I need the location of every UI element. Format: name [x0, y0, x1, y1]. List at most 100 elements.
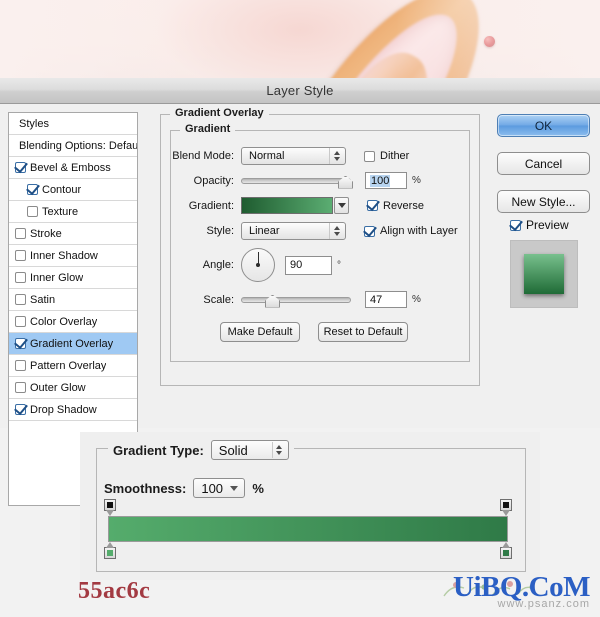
- color-stop-left-core: [107, 550, 113, 556]
- ok-button[interactable]: OK: [497, 114, 590, 137]
- reverse-label: Reverse: [383, 199, 424, 212]
- smoothness-select[interactable]: 100: [193, 478, 246, 498]
- new-style-button[interactable]: New Style...: [497, 190, 590, 213]
- cookie-photo-banner: [0, 0, 600, 78]
- gradient-swatch[interactable]: [241, 197, 333, 214]
- style-row-satin[interactable]: Satin: [9, 289, 137, 311]
- checkbox-outer-glow[interactable]: [15, 382, 26, 393]
- style-row-inner-glow[interactable]: Inner Glow: [9, 267, 137, 289]
- align-with-layer-label: Align with Layer: [380, 225, 458, 237]
- opacity-slider[interactable]: [241, 174, 353, 189]
- checkbox-texture[interactable]: [27, 206, 38, 217]
- checkbox-satin[interactable]: [15, 294, 26, 305]
- scale-field: Scale: 47 %: [170, 291, 465, 308]
- gradient-editor-group: [96, 448, 526, 572]
- style-row-bevel-emboss[interactable]: Bevel & Emboss: [9, 157, 137, 179]
- reset-to-default-button[interactable]: Reset to Default: [318, 322, 408, 342]
- scale-value: 47: [370, 293, 383, 306]
- checkbox-stroke[interactable]: [15, 228, 26, 239]
- checkbox-gradient-overlay[interactable]: [15, 338, 26, 349]
- preview-label: Preview: [526, 218, 569, 232]
- angle-value: 90: [290, 259, 303, 271]
- cancel-label: Cancel: [524, 156, 563, 171]
- gradient-type-select[interactable]: Solid: [210, 440, 289, 460]
- style-label-inner-glow: Inner Glow: [30, 271, 84, 284]
- style-row-stroke[interactable]: Stroke: [9, 223, 137, 245]
- style-row-contour[interactable]: Contour: [9, 179, 137, 201]
- smoothness-chevron-down-icon[interactable]: [230, 485, 239, 491]
- checkbox-color-overlay[interactable]: [15, 316, 26, 327]
- style-value: Linear: [249, 225, 280, 237]
- angle-dial[interactable]: [241, 248, 275, 282]
- style-row-gradient-overlay[interactable]: Gradient Overlay: [9, 333, 137, 355]
- checkbox-bevel-emboss[interactable]: [15, 162, 26, 173]
- style-select[interactable]: Linear: [241, 222, 346, 240]
- color-stop-left[interactable]: [104, 542, 116, 559]
- opacity-stop-right[interactable]: [500, 499, 512, 516]
- scale-input[interactable]: 47: [365, 291, 407, 308]
- style-row-inner-shadow[interactable]: Inner Shadow: [9, 245, 137, 267]
- gradient-picker-chevron-down-icon[interactable]: [334, 197, 349, 214]
- smoothness-row: Smoothness: 100 %: [104, 478, 264, 498]
- style-row-pattern-overlay[interactable]: Pattern Overlay: [9, 355, 137, 377]
- checkbox-inner-shadow[interactable]: [15, 250, 26, 261]
- checkbox-drop-shadow[interactable]: [15, 404, 26, 415]
- preview-thumbnail: [510, 240, 578, 308]
- blending-options-row[interactable]: Blending Options: Default: [9, 135, 137, 157]
- chevron-updown-icon[interactable]: [329, 148, 343, 164]
- style-label-drop-shadow: Drop Shadow: [30, 403, 97, 416]
- reverse-control[interactable]: Reverse: [367, 200, 424, 212]
- blend-mode-label: Blend Mode:: [172, 150, 234, 162]
- cancel-button[interactable]: Cancel: [497, 152, 590, 175]
- opacity-field: Opacity: 100 %: [170, 172, 465, 189]
- color-stop-right-core: [503, 550, 509, 556]
- new-style-label: New Style...: [511, 194, 576, 209]
- gradient-overlay-section-title: Gradient Overlay: [170, 107, 269, 119]
- screenshot-root: Layer Style Styles Blending Options: Def…: [0, 0, 600, 617]
- dialog-titlebar: Layer Style: [0, 78, 600, 104]
- style-label-contour: Contour: [42, 183, 82, 196]
- opacity-input[interactable]: 100: [365, 172, 407, 189]
- gradient-label: Gradient:: [188, 199, 234, 212]
- make-default-label: Make Default: [227, 326, 293, 338]
- style-row-texture[interactable]: Texture: [9, 201, 137, 223]
- blend-mode-field: Blend Mode: Normal Dither: [170, 147, 465, 165]
- blend-mode-value: Normal: [249, 150, 285, 162]
- checkbox-align-with-layer[interactable]: [364, 225, 375, 237]
- watermark-sub-text: www.psanz.com: [497, 598, 590, 610]
- make-default-button[interactable]: Make Default: [220, 322, 300, 342]
- dither-label: Dither: [380, 150, 410, 162]
- align-with-layer-control[interactable]: Align with Layer: [364, 225, 458, 237]
- gradient-ramp[interactable]: [108, 516, 508, 542]
- angle-input[interactable]: 90: [285, 255, 332, 275]
- opacity-stop-left[interactable]: [104, 499, 116, 516]
- checkbox-reverse[interactable]: [367, 200, 378, 211]
- angle-field: Angle: 90 °: [170, 248, 465, 282]
- checkbox-inner-glow[interactable]: [15, 272, 26, 283]
- hex-color-caption: 55ac6c: [78, 578, 151, 604]
- dialog-title: Layer Style: [266, 83, 334, 98]
- preview-control[interactable]: Preview: [510, 218, 569, 232]
- style-chevron-updown-icon[interactable]: [329, 223, 343, 239]
- gradient-type-label: Gradient Type:: [113, 442, 204, 458]
- checkbox-dither[interactable]: [364, 150, 375, 162]
- blend-mode-select[interactable]: Normal: [241, 147, 346, 165]
- style-row-outer-glow[interactable]: Outer Glow: [9, 377, 137, 399]
- gradient-type-chevron-updown-icon[interactable]: [271, 442, 286, 458]
- style-label-pattern-overlay: Pattern Overlay: [30, 359, 107, 372]
- dither-control[interactable]: Dither: [364, 150, 409, 162]
- style-row-color-overlay[interactable]: Color Overlay: [9, 311, 137, 333]
- gradient-type-row: Gradient Type: Solid: [108, 440, 294, 460]
- scale-slider[interactable]: [241, 293, 351, 308]
- gradient-editor-panel: Gradient Type: Solid Smoothness: 100 %: [80, 432, 540, 580]
- checkbox-pattern-overlay[interactable]: [15, 360, 26, 371]
- ok-label: OK: [534, 118, 553, 133]
- styles-list-header[interactable]: Styles: [9, 113, 137, 135]
- preview-thumbnail-swatch: [524, 254, 564, 294]
- checkbox-preview[interactable]: [510, 219, 521, 231]
- style-row-drop-shadow[interactable]: Drop Shadow: [9, 399, 137, 421]
- color-stop-right[interactable]: [500, 542, 512, 559]
- checkbox-contour[interactable]: [27, 184, 38, 195]
- gradient-field: Gradient: Reverse: [170, 197, 465, 214]
- opacity-stop-left-core: [107, 502, 113, 508]
